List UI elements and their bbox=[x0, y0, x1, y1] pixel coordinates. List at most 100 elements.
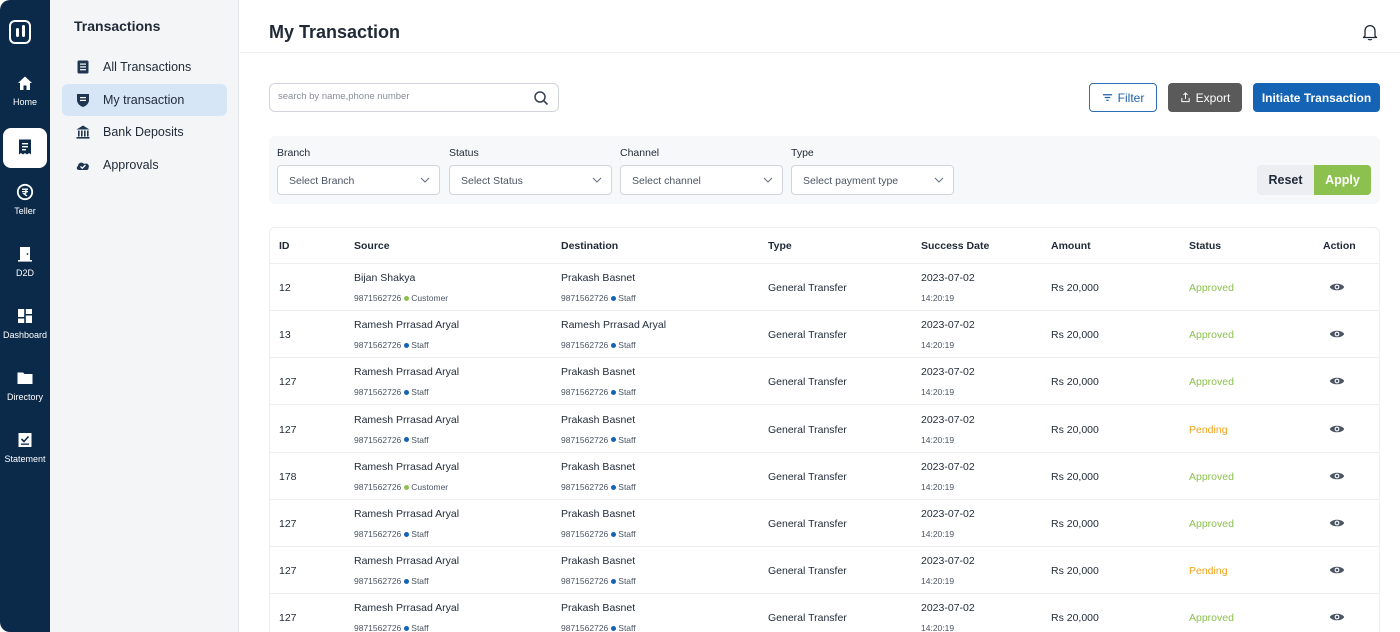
success-date: 2023-07-02 bbox=[921, 319, 975, 332]
view-eye-icon[interactable] bbox=[1329, 564, 1345, 576]
success-time: 14:20:19 bbox=[921, 576, 955, 587]
rail-item-label: Statement bbox=[4, 454, 46, 464]
transaction-type: General Transfer bbox=[768, 282, 847, 294]
branch-select-value: Select Branch bbox=[289, 175, 355, 187]
source-name: Ramesh Prrasad Aryal bbox=[354, 319, 460, 332]
success-time: 14:20:19 bbox=[921, 293, 955, 303]
search-input[interactable] bbox=[278, 91, 528, 102]
rail-item-home[interactable]: Home bbox=[0, 74, 50, 107]
chevron-down-icon bbox=[592, 177, 602, 183]
sidebar-item-approvals[interactable]: Approvals bbox=[62, 149, 227, 181]
transaction-type: General Transfer bbox=[768, 329, 847, 342]
initiate-transaction-button[interactable]: Initiate Transaction bbox=[1253, 83, 1380, 112]
source-name: Ramesh Prrasad Aryal bbox=[354, 508, 460, 520]
view-eye-icon[interactable] bbox=[1329, 611, 1345, 623]
status-select[interactable]: Select Status bbox=[449, 165, 612, 195]
app-logo-icon[interactable] bbox=[9, 20, 31, 44]
success-date: 2023-07-02 bbox=[921, 460, 975, 473]
role-dot-icon bbox=[611, 295, 617, 301]
destination-phone: 9871562726 bbox=[561, 340, 609, 351]
success-date: 2023-07-02 bbox=[921, 413, 975, 426]
sidebar-title: Transactions bbox=[74, 18, 161, 34]
source-role: Staff bbox=[411, 340, 429, 351]
source-meta: 9871562726 Customer bbox=[354, 482, 448, 492]
table-row[interactable]: 127 Ramesh Prrasad Aryal 9871562726 Staff Pr… bbox=[270, 358, 1379, 406]
source-role: Staff bbox=[411, 623, 429, 632]
rail-item-statement[interactable]: Statement bbox=[0, 431, 50, 464]
type-select-value: Select payment type bbox=[803, 175, 899, 187]
sidebar-item-all-transactions[interactable]: All Transactions bbox=[62, 51, 227, 83]
source-role: Staff bbox=[411, 576, 429, 587]
view-eye-icon[interactable] bbox=[1329, 470, 1345, 482]
table-row[interactable]: 127 Ramesh Prrasad Aryal 9871562726 Staff Pr… bbox=[270, 594, 1379, 632]
destination-phone: 9871562726 bbox=[561, 387, 609, 398]
page-title: My Transaction bbox=[269, 22, 401, 42]
view-eye-icon[interactable] bbox=[1329, 281, 1345, 293]
role-dot-icon bbox=[404, 437, 410, 443]
type-select[interactable]: Select payment type bbox=[791, 165, 954, 195]
check-cloud-icon bbox=[76, 162, 89, 170]
row-id: 127 bbox=[279, 612, 297, 625]
rail-item-label: Teller bbox=[14, 206, 36, 216]
search-icon[interactable] bbox=[533, 90, 549, 106]
view-eye-icon[interactable] bbox=[1329, 328, 1345, 340]
table-row[interactable]: 127 Ramesh Prrasad Aryal 9871562726 Staff Pr… bbox=[270, 547, 1379, 595]
row-id: 127 bbox=[279, 518, 297, 530]
rail-item-directory[interactable]: Directory bbox=[0, 369, 50, 402]
sidebar-item-label: All Transactions bbox=[103, 60, 192, 74]
branch-select[interactable]: Select Branch bbox=[277, 165, 440, 195]
filter-button[interactable]: Filter bbox=[1089, 83, 1157, 112]
filter-button-label: Filter bbox=[1117, 90, 1145, 105]
amount: Rs 20,000 bbox=[1051, 329, 1099, 342]
amount: Rs 20,000 bbox=[1051, 565, 1099, 578]
destination-role: Staff bbox=[618, 529, 636, 539]
reset-button[interactable]: Reset bbox=[1257, 165, 1314, 195]
table-row[interactable]: 12 Bijan Shakya 9871562726 Customer Prakash … bbox=[270, 264, 1379, 311]
export-button[interactable]: Export bbox=[1168, 83, 1242, 112]
row-id: 127 bbox=[279, 565, 297, 578]
transactions-table: ID Source Destination Type Success Date … bbox=[269, 227, 1380, 632]
success-time: 14:20:19 bbox=[921, 529, 955, 539]
destination-name: Prakash Basnet bbox=[561, 272, 636, 284]
destination-name: Ramesh Prrasad Aryal bbox=[561, 319, 667, 332]
rail-item-teller[interactable]: Teller bbox=[0, 183, 50, 216]
list-icon bbox=[77, 60, 89, 74]
destination-meta: 9871562726 Staff bbox=[561, 387, 636, 397]
table-row[interactable]: 127 Ramesh Prrasad Aryal 9871562726 Staff Pr… bbox=[270, 406, 1379, 453]
view-eye-icon[interactable] bbox=[1329, 375, 1345, 387]
rail-item-transactions[interactable] bbox=[3, 128, 47, 168]
main-content: My Transaction Filter Export Initiate Tr… bbox=[240, 0, 1400, 632]
source-name: Ramesh Prrasad Aryal bbox=[354, 460, 460, 473]
source-phone: 9871562726 bbox=[354, 576, 402, 587]
success-date: 2023-07-02 bbox=[921, 555, 975, 568]
source-meta: 9871562726 Customer bbox=[354, 293, 448, 303]
sub-sidebar: Transactions All Transactions My transac… bbox=[50, 0, 239, 632]
channel-select[interactable]: Select channel bbox=[620, 165, 783, 195]
destination-name: Prakash Basnet bbox=[561, 508, 636, 520]
view-eye-icon[interactable] bbox=[1329, 517, 1345, 529]
table-row[interactable]: 127 Ramesh Prrasad Aryal 9871562726 Staff Pr… bbox=[270, 500, 1379, 547]
row-id: 178 bbox=[279, 470, 297, 483]
view-eye-icon[interactable] bbox=[1329, 423, 1345, 435]
destination-name: Prakash Basnet bbox=[561, 413, 636, 426]
destination-role: Staff bbox=[618, 576, 636, 587]
channel-filter: Channel Select channel bbox=[620, 147, 783, 195]
rail-item-dashboard[interactable]: Dashboard bbox=[0, 307, 50, 340]
source-meta: 9871562726 Staff bbox=[354, 340, 429, 350]
row-id: 12 bbox=[279, 282, 291, 294]
role-dot-icon bbox=[404, 390, 410, 396]
filter-icon bbox=[1102, 94, 1112, 101]
apply-button[interactable]: Apply bbox=[1314, 165, 1371, 195]
transaction-type: General Transfer bbox=[768, 612, 847, 625]
sidebar-item-my-transaction[interactable]: My transaction bbox=[62, 84, 227, 116]
rail-item-label: Dashboard bbox=[2, 330, 48, 340]
chevron-down-icon bbox=[934, 177, 944, 183]
table-row[interactable]: 178 Ramesh Prrasad Aryal 9871562726 Custome… bbox=[270, 453, 1379, 500]
column-header-amount: Amount bbox=[1051, 240, 1091, 252]
rail-item-d2d[interactable]: D2D bbox=[0, 245, 50, 278]
rail-item-label: D2D bbox=[15, 268, 34, 278]
bell-icon[interactable] bbox=[1362, 23, 1378, 41]
sidebar-item-bank-deposits[interactable]: Bank Deposits bbox=[62, 116, 227, 148]
source-role: Customer bbox=[411, 481, 449, 492]
table-row[interactable]: 13 Ramesh Prrasad Aryal 9871562726 Staff Ram… bbox=[270, 311, 1379, 359]
